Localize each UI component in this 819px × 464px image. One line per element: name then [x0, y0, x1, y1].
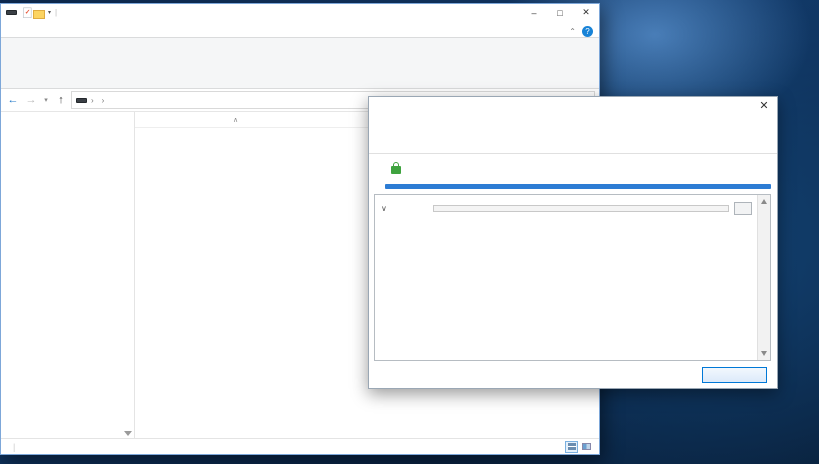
recent-locations-icon[interactable]: ▾ [41, 96, 51, 104]
dialog-tabs [369, 113, 777, 151]
icons-view-button[interactable] [580, 441, 593, 453]
help-icon[interactable]: ? [582, 26, 593, 37]
sort-ascending-icon: ∧ [233, 116, 239, 124]
dialog-list-scrollbar[interactable] [757, 195, 770, 360]
status-bar: | [1, 438, 599, 454]
quick-access-toolbar: ▾ | [1, 7, 57, 19]
details-view-button[interactable] [565, 440, 578, 453]
collapse-root-icon[interactable]: ∨ [381, 204, 395, 213]
properties-icon[interactable] [21, 7, 32, 18]
ribbon [1, 38, 599, 89]
forward-button[interactable]: → [23, 94, 39, 106]
divider: | [13, 441, 16, 452]
drive-icon [76, 97, 87, 103]
scan-progress-bar [433, 204, 729, 212]
scroll-up-icon[interactable] [761, 199, 767, 204]
folder-icon[interactable] [33, 8, 45, 19]
close-button[interactable]: ✕ [573, 4, 599, 21]
more-options-button[interactable] [734, 201, 752, 215]
minimize-button[interactable]: – [521, 4, 547, 21]
sync-settings-dialog: ✕ ∨ [368, 96, 778, 389]
storage-usage-bar [385, 184, 771, 189]
up-button[interactable]: ↑ [53, 94, 69, 106]
title-bar: ▾ | – □ ✕ [1, 4, 599, 21]
collapse-ribbon-icon[interactable]: ⌃ [569, 27, 576, 36]
sync-folder-list: ∨ [374, 194, 771, 361]
scroll-down-icon[interactable] [761, 351, 767, 356]
qat-dropdown-icon[interactable]: ▾ [48, 9, 51, 16]
dialog-close-icon[interactable]: ✕ [757, 99, 771, 112]
cerrar-button[interactable] [702, 366, 767, 383]
drive-icon [6, 10, 17, 15]
ribbon-tab-strip: ⌃ ? [1, 21, 599, 38]
dialog-title-bar: ✕ [369, 97, 777, 113]
navigation-pane [1, 112, 135, 438]
maximize-button[interactable]: □ [547, 4, 573, 21]
chevron-right-icon: › [91, 95, 94, 105]
lock-icon [391, 162, 401, 174]
column-header-name[interactable]: ∧ [149, 116, 307, 124]
chevron-right-icon: › [101, 95, 105, 105]
sidebar-scroll-down-icon[interactable] [124, 431, 132, 436]
divider: | [55, 8, 58, 17]
back-button[interactable]: ← [5, 94, 21, 106]
